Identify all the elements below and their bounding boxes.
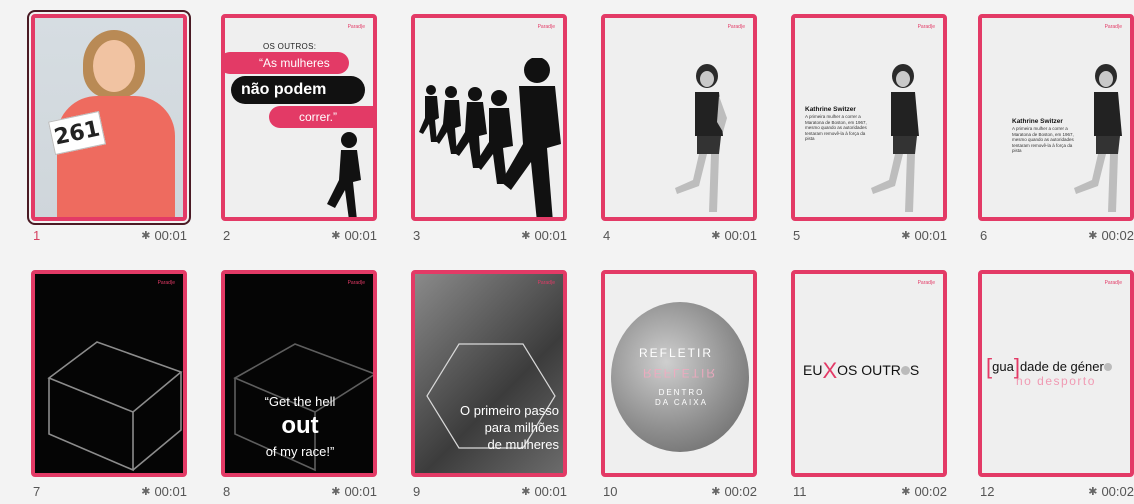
- slide-meta: 2 ✱ 00:01: [221, 226, 377, 244]
- slide-preview: Parad|e Kathrine Switzer A primeira mulh…: [978, 14, 1134, 221]
- slide-preview: Parad|e “Get the hell out of my race!”: [221, 270, 377, 477]
- slide-meta: 11 ✱ 00:02: [791, 482, 947, 500]
- slide-number: 4: [603, 228, 611, 243]
- slide-preview: Parad|e: [411, 14, 567, 221]
- star-icon: ✱: [331, 486, 341, 498]
- slide-preview: Parad|e OS OUTROS: “As mulheres não pode…: [221, 14, 377, 221]
- slide-text: OS OUTROS:: [263, 42, 317, 51]
- slide-number: 12: [980, 484, 995, 499]
- slide-text: EUXOS OUTR S: [803, 358, 920, 383]
- star-icon: ✱: [141, 230, 151, 242]
- slide-number: 3: [413, 228, 421, 243]
- star-icon: ✱: [901, 486, 911, 498]
- slide-preview: Parad|e Kathrine Switzer A primeira mulh…: [791, 14, 947, 221]
- slide-duration: ✱ 00:01: [141, 228, 187, 243]
- slide-duration: ✱ 00:02: [901, 484, 947, 499]
- star-icon: ✱: [521, 486, 531, 498]
- star-icon: ✱: [521, 230, 531, 242]
- slide-text: O primeiro passo para milhões de mulhere…: [460, 403, 559, 452]
- star-icon: ✱: [711, 230, 721, 242]
- runner-silhouette: [327, 132, 361, 217]
- slide-text: “Get the hell: [264, 394, 336, 409]
- star-icon: ✱: [331, 230, 341, 242]
- brand-logo: Parad|e: [1104, 24, 1122, 30]
- brand-logo: Parad|e: [917, 280, 935, 286]
- slide-preview: Parad|e EUXOS OUTR S: [791, 270, 947, 477]
- star-icon: ✱: [711, 486, 721, 498]
- star-icon: ✱: [1088, 230, 1098, 242]
- slide-meta: 10 ✱ 00:02: [601, 482, 757, 500]
- slide-number: 11: [793, 484, 807, 499]
- slide-meta: 6 ✱ 00:02: [978, 226, 1134, 244]
- brand-logo: Parad|e: [727, 24, 745, 30]
- slide-preview: Parad|e [gua]dade de géner no desporto: [978, 270, 1134, 477]
- slide-number: 10: [603, 484, 618, 499]
- slide-duration: ✱ 00:01: [521, 484, 567, 499]
- brand-logo: Parad|e: [537, 24, 555, 30]
- runner-photo: [1074, 64, 1122, 212]
- brand-logo: Parad|e: [1104, 280, 1122, 286]
- star-icon: ✱: [1088, 486, 1098, 498]
- slide-text: A primeira mulher a correr a Maratona de…: [1012, 126, 1074, 153]
- slide-text: no desporto: [1016, 374, 1096, 388]
- slide-text: of my race!”: [265, 444, 335, 459]
- slide-text: out: [281, 412, 319, 439]
- slide-duration: ✱ 00:02: [711, 484, 757, 499]
- slide-text: A primeira mulher a correr a Maratona de…: [805, 114, 867, 141]
- ball-icon: [900, 366, 910, 375]
- slide-text: DENTRO DA CAIXA: [655, 388, 708, 407]
- slide-title: Kathrine Switzer: [1012, 118, 1063, 125]
- slide-preview: Parad|e: [601, 14, 757, 221]
- slide-duration: ✱ 00:01: [711, 228, 757, 243]
- slide-text: correr.”: [269, 106, 373, 128]
- slide-number: 1: [33, 228, 41, 243]
- person-face: [93, 40, 135, 92]
- slide-duration: ✱ 00:02: [1088, 484, 1134, 499]
- slide-duration: ✱ 00:01: [331, 484, 377, 499]
- slide-duration: ✱ 00:01: [901, 228, 947, 243]
- slide-sorter: 261 1 ✱ 00:01 Parad|e OS OUTROS: “As mulh…: [0, 0, 1134, 504]
- slide-text: “As mulheres: [225, 52, 349, 74]
- slide-preview: 261: [27, 10, 191, 225]
- slide-title: Kathrine Switzer: [805, 106, 856, 113]
- slide-number: 6: [980, 228, 988, 243]
- slide-preview: Parad|e O primeiro passo para milhões de…: [411, 270, 567, 477]
- star-icon: ✱: [901, 230, 911, 242]
- slide-text: não podem: [231, 76, 365, 104]
- slide-duration: ✱ 00:01: [141, 484, 187, 499]
- brand-logo: Parad|e: [917, 24, 935, 30]
- slide-number: 8: [223, 484, 231, 499]
- slide-duration: ✱ 00:01: [331, 228, 377, 243]
- slide-meta: 5 ✱ 00:01: [791, 226, 947, 244]
- slide-preview: Parad|e: [31, 270, 187, 477]
- person-body: [57, 96, 175, 217]
- slide-text: REFLETIR: [639, 346, 714, 360]
- slide-meta: 12 ✱ 00:02: [978, 482, 1134, 500]
- brand-logo: Parad|e: [347, 24, 365, 30]
- runner-photo: [675, 64, 727, 212]
- slide-duration: ✱ 00:02: [1088, 228, 1134, 243]
- slide-duration: ✱ 00:01: [521, 228, 567, 243]
- runner-photo: [871, 64, 919, 212]
- slide-meta: 7 ✱ 00:01: [31, 482, 187, 500]
- slide-number: 7: [33, 484, 41, 499]
- slide-preview: REFLETIR REFLETIR DENTRO DA CAIXA: [601, 270, 757, 477]
- slide-number: 2: [223, 228, 231, 243]
- slide-text-reflection: REFLETIR: [643, 366, 718, 380]
- slide-meta: 9 ✱ 00:01: [411, 482, 567, 500]
- star-icon: ✱: [141, 486, 151, 498]
- slide-number: 9: [413, 484, 421, 499]
- slide-number: 5: [793, 228, 801, 243]
- slide-meta: 4 ✱ 00:01: [601, 226, 757, 244]
- runners-silhouette: [419, 58, 561, 217]
- slide-meta: 1 ✱ 00:01: [31, 226, 187, 244]
- slide-meta: 8 ✱ 00:01: [221, 482, 377, 500]
- slide-meta: 3 ✱ 00:01: [411, 226, 567, 244]
- cube-outline: [47, 341, 183, 472]
- ball-icon: [1103, 363, 1112, 371]
